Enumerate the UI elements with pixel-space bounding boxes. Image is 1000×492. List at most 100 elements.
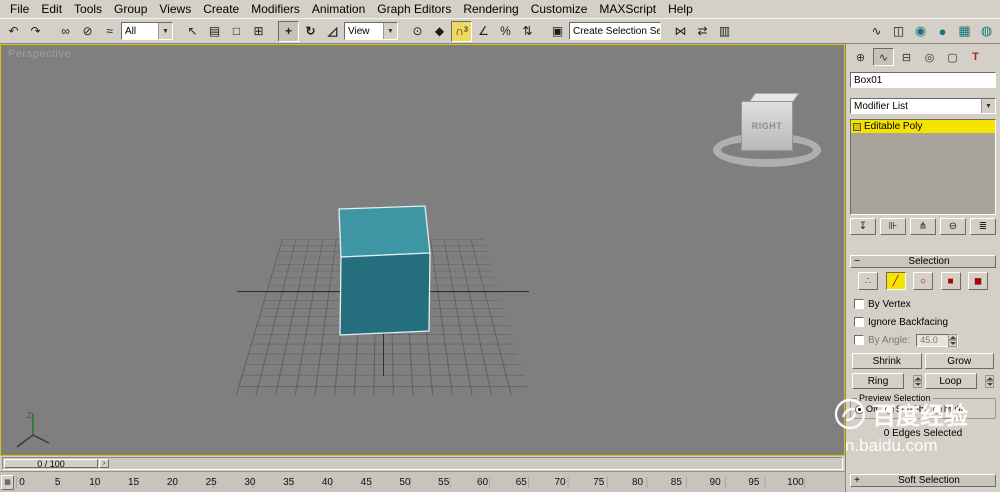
align-icon[interactable]: ⇄	[692, 21, 713, 42]
percent-snap-icon[interactable]: %	[495, 21, 516, 42]
remove-modifier-icon[interactable]: ⊖	[940, 218, 966, 235]
soft-selection-rollout-header[interactable]: + Soft Selection	[850, 474, 996, 487]
time-slider-track[interactable]: 0 / 100 ›	[2, 457, 843, 470]
spinner-snap-icon[interactable]: ⇅	[517, 21, 538, 42]
menu-help[interactable]: Help	[662, 1, 699, 17]
configure-modifier-sets-icon[interactable]: ≣	[970, 218, 996, 235]
menu-tools[interactable]: Tools	[68, 1, 108, 17]
by-angle-checkbox[interactable]: By Angle: 45.0	[850, 333, 996, 347]
ring-spinner-icon[interactable]	[912, 374, 922, 388]
ring-button[interactable]: Ring	[852, 373, 904, 389]
object-name-input[interactable]	[850, 72, 996, 88]
snap-toggle-3d-icon[interactable]: ∩³	[451, 20, 472, 42]
select-and-rotate-icon[interactable]: ↻	[300, 21, 321, 42]
menu-maxscript[interactable]: MAXScript	[593, 1, 662, 17]
menu-graph-editors[interactable]: Graph Editors	[371, 1, 457, 17]
by-angle-field[interactable]: 45.0	[916, 333, 959, 347]
select-object-icon[interactable]: ↖	[182, 21, 203, 42]
menu-edit[interactable]: Edit	[35, 1, 68, 17]
viewport-label: Perspective	[8, 48, 71, 60]
toolbar-separator	[399, 21, 406, 41]
select-and-link-icon[interactable]: ∞	[55, 21, 76, 42]
track-bar[interactable]: ▦ 0 5 10 15 20 25 30 35 40 45 50 55 60 65 70 75 80 85 90 95…	[0, 471, 845, 492]
ruler-tick: 5	[54, 476, 61, 488]
rect-selection-region-icon[interactable]: □	[226, 21, 247, 42]
checkbox-box	[854, 299, 864, 309]
select-by-name-icon[interactable]: ▤	[204, 21, 225, 42]
schematic-view-icon[interactable]: ◫	[888, 21, 909, 42]
shrink-button[interactable]: Shrink	[852, 353, 922, 369]
toolbar-separator	[539, 21, 546, 41]
timeline-ruler[interactable]: 0 5 10 15 20 25 30 35 40 45 50 55 60 65 70 75 80 85 90 95 10…	[16, 476, 806, 488]
menu-customize[interactable]: Customize	[525, 1, 594, 17]
chevron-down-icon: ▼	[981, 99, 995, 113]
modifier-list-dropdown[interactable]: Modifier List ▼	[850, 98, 996, 114]
curve-editor-icon[interactable]: ∿	[866, 21, 887, 42]
ignore-backfacing-checkbox[interactable]: Ignore Backfacing	[850, 316, 996, 328]
element-mode-icon[interactable]: ◼	[968, 272, 988, 290]
menu-modifiers[interactable]: Modifiers	[245, 1, 306, 17]
ruler-tick: 40	[321, 476, 333, 488]
viewcube[interactable]: RIGHT	[741, 101, 793, 151]
quick-render-icon[interactable]: ◍	[976, 21, 997, 42]
render-frame-icon[interactable]: ▦	[954, 21, 975, 42]
tab-display[interactable]: ▢	[942, 48, 963, 66]
tab-create[interactable]: ⊕	[850, 48, 871, 66]
tab-utilities[interactable]: T	[965, 48, 986, 66]
loop-spinner-icon[interactable]	[985, 374, 994, 388]
undo-icon[interactable]: ↶	[3, 21, 24, 42]
tab-motion[interactable]: ◎	[919, 48, 940, 66]
reference-coordinate-dropdown[interactable]: View ▼	[344, 22, 398, 40]
border-mode-icon[interactable]: ○	[913, 272, 933, 290]
bind-to-spacewarp-icon[interactable]: ≈	[99, 21, 120, 42]
viewport-perspective[interactable]: Perspective RIGHT Z	[0, 44, 845, 456]
watermark-title: 百度经验	[872, 403, 968, 430]
menu-animation[interactable]: Animation	[306, 1, 371, 17]
loop-button[interactable]: Loop	[924, 373, 977, 389]
menu-create[interactable]: Create	[197, 1, 245, 17]
polygon-mode-icon[interactable]: ■	[940, 272, 961, 290]
selection-rollout-header[interactable]: − Selection	[850, 255, 996, 268]
next-frame-button[interactable]: ›	[99, 459, 109, 468]
checkbox-box	[854, 335, 864, 345]
stack-item-editable-poly[interactable]: Editable Poly	[851, 120, 995, 133]
menu-group[interactable]: Group	[108, 1, 153, 17]
grow-button[interactable]: Grow	[924, 353, 994, 369]
tab-hierarchy[interactable]: ⊟	[896, 48, 917, 66]
pin-stack-icon[interactable]: ↧	[850, 218, 876, 235]
ruler-tick: 65	[515, 476, 527, 488]
vertex-mode-icon[interactable]: ∴	[858, 272, 878, 290]
chevron-down-icon: ▼	[383, 23, 397, 39]
modifier-stack[interactable]: Editable Poly	[850, 119, 996, 215]
mirror-icon[interactable]: ⋈	[670, 21, 691, 42]
tab-modify[interactable]: ∿	[873, 48, 894, 66]
window-crossing-icon[interactable]: ⊞	[248, 21, 269, 42]
menu-views[interactable]: Views	[153, 1, 197, 17]
menu-rendering[interactable]: Rendering	[457, 1, 524, 17]
main-toolbar: ↶ ↷ ∞ ⊘ ≈ All ▼ ↖ ▤ □ ⊞ + ↻ ◿ View ▼ ⊙ ◆ ∩³ ∠% ⇅ ▣ C	[0, 18, 1000, 44]
collapse-icon: −	[854, 256, 860, 267]
material-editor-icon[interactable]: ◉	[910, 21, 931, 42]
spinner-arrows-icon[interactable]	[948, 333, 958, 347]
mini-curve-editor-button[interactable]: ▦	[1, 474, 14, 490]
time-slider-handle[interactable]: 0 / 100	[4, 459, 98, 469]
edit-named-selections-icon[interactable]: ▣	[547, 21, 568, 42]
use-pivot-center-icon[interactable]: ⊙	[407, 21, 428, 42]
selection-filter-dropdown[interactable]: All ▼	[121, 22, 173, 40]
angle-snap-icon[interactable]: ∠	[473, 21, 494, 42]
menu-file[interactable]: File	[4, 1, 35, 17]
select-and-move-icon[interactable]: +	[278, 20, 299, 42]
svg-text:Z: Z	[27, 411, 32, 420]
show-end-result-icon[interactable]: ⊪	[880, 218, 906, 235]
layer-manager-icon[interactable]: ▥	[714, 21, 735, 42]
named-selection-dropdown[interactable]: Create Selection Se ▼	[569, 22, 661, 40]
select-and-manipulate-icon[interactable]: ◆	[429, 21, 450, 42]
redo-icon[interactable]: ↷	[25, 21, 46, 42]
edge-mode-icon[interactable]: ╱	[885, 272, 906, 290]
select-and-scale-icon[interactable]: ◿	[322, 21, 343, 42]
render-setup-icon[interactable]: ●	[932, 21, 953, 42]
by-vertex-checkbox[interactable]: By Vertex	[850, 298, 996, 310]
unlink-selection-icon[interactable]: ⊘	[77, 21, 98, 42]
grid-y-axis	[383, 233, 384, 376]
make-unique-icon[interactable]: ⋔	[910, 218, 936, 235]
